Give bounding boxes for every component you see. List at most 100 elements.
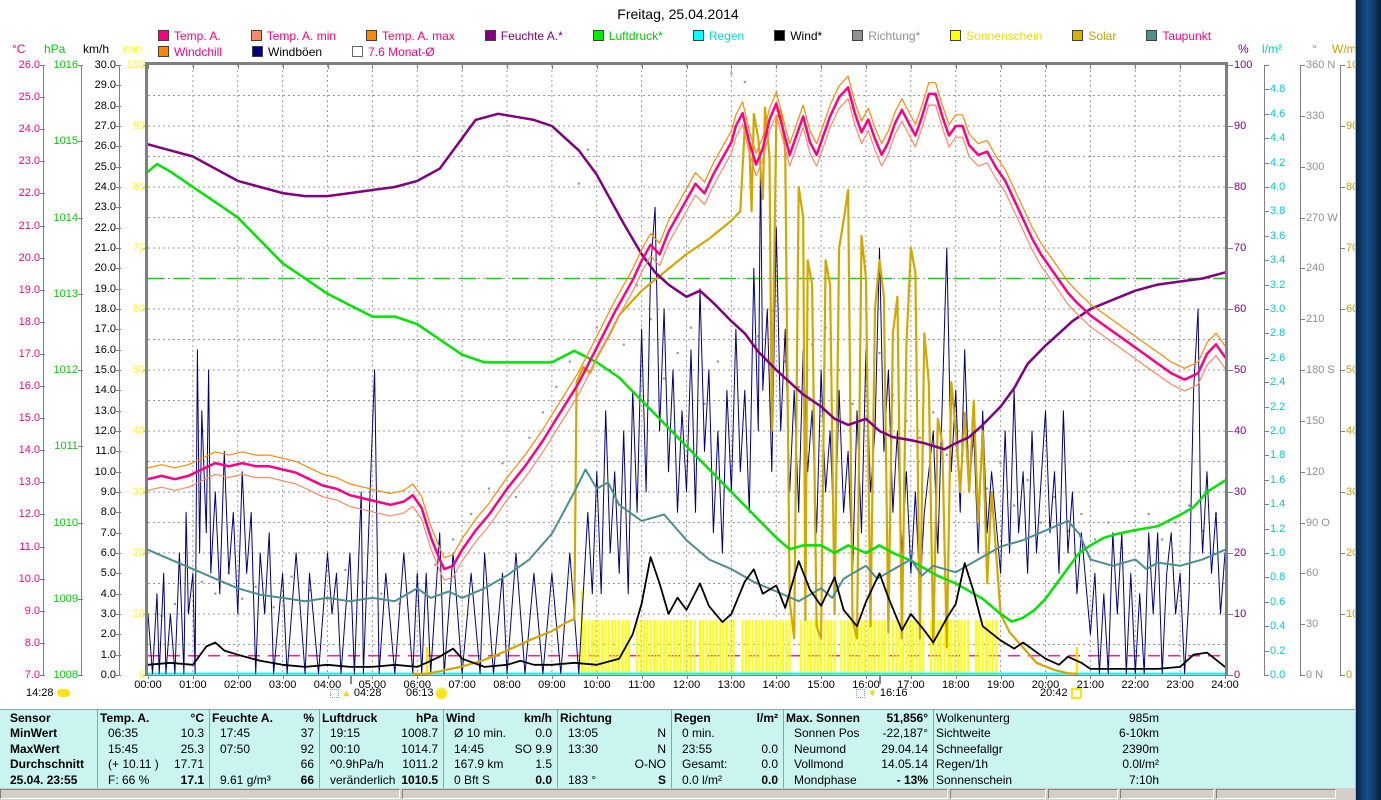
hour-tick-top	[237, 65, 239, 69]
hour-tick-top	[551, 65, 553, 69]
axis-tick	[78, 217, 83, 219]
axis-tick-label: 14.0	[94, 384, 116, 397]
legend-item-sonnenschein[interactable]: Sonnenschein	[950, 29, 1042, 43]
axis-tick	[1300, 217, 1305, 219]
legend-item-taupunkt[interactable]: Taupunkt	[1146, 29, 1211, 43]
axis-tick	[1340, 370, 1345, 371]
hour-tick-top	[776, 65, 778, 69]
legend-item-feuchte-a[interactable]: Feuchte A.*	[484, 29, 563, 43]
table-row: 66	[212, 757, 314, 772]
hour-tick-top	[596, 65, 598, 69]
axis-tick	[116, 207, 121, 209]
table-cell-label: 0 Bft S	[454, 772, 491, 787]
legend-item-richtung[interactable]: Richtung*	[852, 29, 920, 43]
axis-tick	[116, 410, 121, 412]
hour-tick-top	[192, 65, 194, 69]
axis-tick-label: 100	[126, 59, 145, 71]
astro-marker-04-28: ▲ 04:28	[330, 687, 381, 699]
x-axis-tick-label: 12:00	[672, 679, 701, 691]
axis-tick-label: 90 O	[1306, 516, 1330, 529]
table-cell-value	[86, 742, 92, 757]
table-cell-value: 0.0	[535, 772, 552, 787]
axis-tick	[1264, 211, 1269, 213]
table-row: 17:45 37	[212, 726, 314, 741]
axis-tick	[40, 97, 45, 99]
axis-tick-label: 4.2	[1270, 156, 1286, 169]
axis-tick	[116, 532, 121, 534]
legend-item-7-6-monat[interactable]: 7.6 Monat-Ø	[352, 45, 435, 59]
table-column-7: Max. Sonnen 51,856° Sonnen Pos -22,187° Neum…	[784, 710, 934, 788]
axis-tick-label: 0.8	[1270, 571, 1286, 584]
table-cell-label: 167.9 km	[454, 757, 504, 772]
table-cell-label: Sonnen Pos	[794, 726, 860, 741]
legend-item-windb-en[interactable]: Windböen	[252, 45, 322, 59]
axis-unit-label-l-m: l/m²	[1262, 42, 1282, 56]
axis-tick	[1300, 166, 1305, 168]
legend-item-temp-a[interactable]: Temp. A.	[158, 29, 221, 43]
hour-tick-top	[372, 65, 374, 69]
axis-tick	[116, 573, 121, 575]
axis-tick-label: 150	[1306, 414, 1325, 427]
axis-tick	[116, 471, 121, 473]
plot-area[interactable]	[146, 65, 1227, 675]
axis-tick-label: 20	[132, 547, 145, 559]
axis-tick	[1264, 675, 1269, 676]
table-cell-label: Gesamt:	[682, 757, 728, 772]
legend-item-label: Windchill	[174, 44, 223, 59]
legend-color-icon	[774, 30, 786, 41]
axis-unit-label-hpa: hPa	[44, 42, 66, 56]
hour-tick-bottom	[910, 675, 912, 679]
legend-item-luftdruck[interactable]: Luftdruck*	[592, 29, 663, 43]
table-cell-label	[212, 757, 220, 772]
legend-item-wind[interactable]: Wind*	[774, 29, 822, 43]
axis-tick	[1300, 522, 1305, 524]
hour-tick-bottom	[551, 675, 553, 679]
table-row: F: 66 % 17.1	[100, 773, 204, 788]
plot-spine-left	[145, 65, 148, 675]
hour-tick-bottom	[731, 675, 733, 679]
table-row: Feuchte A.%	[212, 711, 314, 726]
axis-tick	[1264, 650, 1269, 652]
axis-tick	[1300, 675, 1305, 676]
axis-tick-label: 1015	[53, 135, 78, 148]
hour-tick-bottom	[866, 675, 867, 679]
axis-tick	[1264, 577, 1269, 579]
legend-color-icon	[950, 30, 962, 41]
legend-color-icon	[484, 30, 496, 41]
axis-tick-label: 14.0	[18, 444, 40, 457]
legend-item-regen[interactable]: Regen	[692, 29, 744, 43]
hour-tick-top	[641, 65, 643, 69]
x-axis-tick-label: 18:00	[941, 679, 970, 691]
legend-item-windchill[interactable]: Windchill	[158, 45, 222, 59]
table-row: 183 ° S	[560, 773, 666, 788]
astro-marker-20-42: 20:42	[1040, 687, 1082, 699]
legend-item-temp-a-min[interactable]: Temp. A. min	[250, 29, 336, 43]
table-row: Mondphase - 13%	[786, 773, 928, 788]
hour-tick-bottom	[776, 675, 778, 679]
table-row: Sonnen Pos -22,187°	[786, 726, 928, 741]
axis-tick-label: 1008	[53, 669, 78, 681]
axis-tick	[116, 288, 121, 290]
table-cell-value: 17.1	[180, 772, 204, 787]
x-axis-tick-label: 08:00	[493, 679, 521, 691]
axis-tick-label: 270 W	[1306, 211, 1338, 224]
table-row: 167.9 km 1.5	[446, 757, 552, 772]
legend-item-solar[interactable]: Solar	[1072, 29, 1116, 43]
axis-tick	[1340, 248, 1345, 249]
axis-tick-label: 4.6	[1270, 107, 1286, 120]
axis-tick-label: 7.0	[24, 669, 40, 681]
legend-item-temp-a-max[interactable]: Temp. A. max	[366, 29, 455, 43]
axis-tick-label: 3.8	[1270, 205, 1286, 218]
axis-tick	[1228, 370, 1233, 371]
axis-tick	[1264, 357, 1269, 359]
table-cell-label: 15:45	[108, 741, 139, 756]
chart-title: Freitag, 25.04.2014	[617, 6, 739, 22]
hour-tick-top	[1225, 65, 1226, 69]
hour-tick-top	[1135, 65, 1137, 69]
hour-tick-top	[1180, 65, 1182, 69]
axis-tick	[1264, 626, 1269, 628]
hour-tick-top	[327, 65, 329, 69]
table-cell-label: 9.61 g/m³	[220, 772, 271, 787]
axis-tick-label: 3.4	[1270, 254, 1286, 267]
axis-tick	[1264, 89, 1269, 91]
